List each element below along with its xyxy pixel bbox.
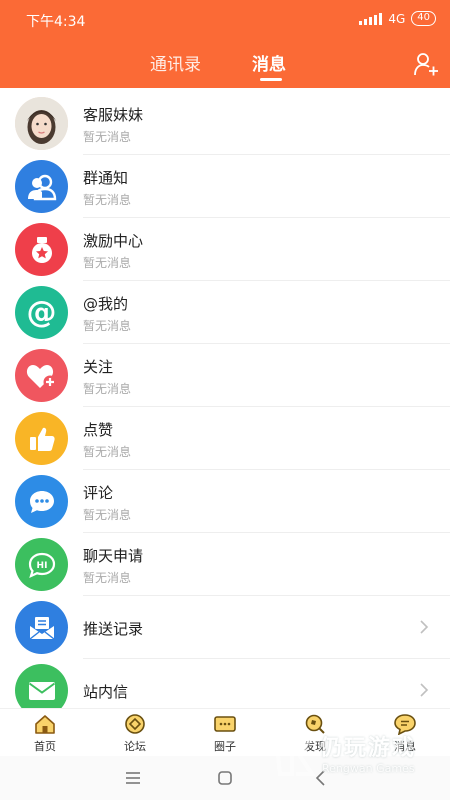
comment-icon (15, 475, 68, 528)
list-item-incentive-center[interactable]: 激励中心 暂无消息 (0, 218, 450, 281)
list-item-subtitle: 暂无消息 (83, 130, 132, 144)
nav-circle[interactable]: 圈子 (180, 709, 270, 756)
network-label: 4G (388, 11, 406, 26)
list-item-chat-request[interactable]: HI 聊天申请 暂无消息 (0, 533, 450, 596)
list-item-title: 激励中心 (83, 232, 144, 250)
thumbs-up-icon (15, 412, 68, 465)
menu-icon[interactable] (124, 769, 142, 787)
tab-contacts[interactable]: 通讯录 (150, 50, 201, 75)
battery-icon: 40 (411, 11, 436, 26)
list-item-subtitle: 暂无消息 (83, 445, 132, 459)
nav-label: 论坛 (124, 740, 146, 753)
status-time: 下午4:34 (26, 14, 86, 30)
list-item-mentions[interactable]: @ @我的 暂无消息 (0, 281, 450, 344)
circle-icon (214, 716, 236, 732)
at-icon: @ (15, 286, 68, 339)
list-item-title: 推送记录 (83, 620, 144, 638)
status-bar: 下午4:34 4G 40 (0, 0, 450, 40)
chat-request-icon: HI (15, 538, 68, 591)
watermark: 仍玩游戏 Rengwan Games (270, 728, 440, 784)
chevron-right-icon (420, 683, 429, 697)
push-record-icon (15, 601, 68, 654)
app-header: 下午4:34 4G 40 通讯录 消息 (0, 0, 450, 88)
heart-plus-icon (15, 349, 68, 402)
list-item-title: 评论 (83, 484, 114, 502)
nav-label: 首页 (34, 740, 56, 753)
group-icon (15, 160, 68, 213)
list-item-subtitle: 暂无消息 (83, 382, 132, 396)
list-item-follow[interactable]: 关注 暂无消息 (0, 344, 450, 407)
list-item-title: 关注 (83, 358, 114, 376)
customer-service-avatar (15, 97, 68, 150)
list-item-title: 客服妹妹 (83, 106, 144, 124)
list-item-subtitle: 暂无消息 (83, 571, 132, 585)
watermark-name: 仍玩游戏 (320, 736, 417, 761)
chevron-right-icon (420, 620, 429, 634)
status-indicators: 4G 40 (359, 11, 436, 26)
list-item-title: 聊天申请 (83, 547, 144, 565)
list-item-push-records[interactable]: 推送记录 (0, 596, 450, 659)
list-item-group-notice[interactable]: 群通知 暂无消息 (0, 155, 450, 218)
list-item-title: @我的 (83, 295, 129, 313)
signal-icon (359, 12, 383, 25)
tab-messages[interactable]: 消息 (252, 50, 286, 75)
list-item-subtitle: 暂无消息 (83, 256, 132, 270)
list-item-subtitle: 暂无消息 (83, 193, 132, 207)
active-tab-indicator (260, 78, 282, 81)
nav-home[interactable]: 首页 (0, 709, 90, 756)
list-item-customer-service[interactable]: 客服妹妹 暂无消息 (0, 92, 450, 155)
home-icon (35, 715, 55, 734)
list-item-subtitle: 暂无消息 (83, 508, 132, 522)
nav-label: 圈子 (214, 740, 236, 753)
header-tabs: 通讯录 消息 (0, 50, 450, 81)
message-list: 客服妹妹 暂无消息 群通知 暂无消息 激励中心 暂无消息 @ @我的 暂无消息 … (0, 92, 450, 722)
watermark-logo-icon (273, 734, 316, 776)
nav-forum[interactable]: 论坛 (90, 709, 180, 756)
list-item-comments[interactable]: 评论 暂无消息 (0, 470, 450, 533)
forum-icon (125, 714, 145, 734)
home-square-icon[interactable] (216, 769, 234, 787)
list-item-likes[interactable]: 点赞 暂无消息 (0, 407, 450, 470)
list-item-title: 群通知 (83, 169, 129, 187)
list-item-title: 点赞 (83, 421, 114, 439)
incentive-icon (15, 223, 68, 276)
svg-text:HI: HI (36, 561, 47, 571)
watermark-subtitle: Rengwan Games (322, 762, 415, 775)
list-item-title: 站内信 (83, 683, 129, 701)
add-friend-icon[interactable] (413, 51, 439, 77)
list-item-subtitle: 暂无消息 (83, 319, 132, 333)
